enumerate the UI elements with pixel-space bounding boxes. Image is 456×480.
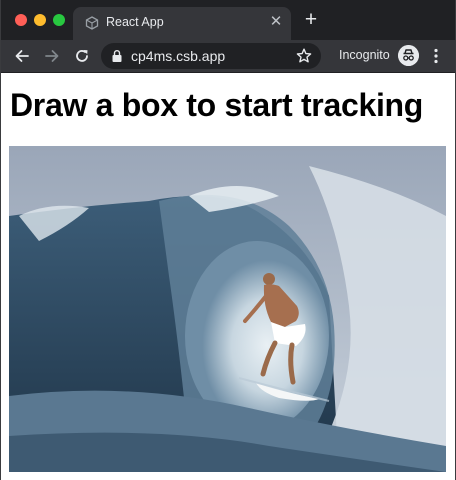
minimize-window-button[interactable]: [34, 14, 46, 26]
lock-icon[interactable]: [111, 49, 123, 63]
page-content: Draw a box to start tracking: [1, 73, 455, 480]
reload-icon[interactable]: [73, 47, 91, 65]
browser-toolbar: cp4ms.csb.app Incognito: [1, 40, 455, 73]
tab-title: React App: [106, 15, 164, 29]
more-menu-icon[interactable]: [429, 47, 443, 65]
tracking-video-canvas[interactable]: [9, 146, 446, 472]
close-tab-icon[interactable]: ✕: [269, 14, 283, 29]
page-title: Draw a box to start tracking: [10, 87, 424, 123]
close-window-button[interactable]: [15, 14, 27, 26]
address-bar[interactable]: cp4ms.csb.app: [101, 43, 321, 69]
plus-icon[interactable]: +: [302, 9, 320, 30]
codesandbox-cube-icon: [85, 16, 99, 30]
url-text[interactable]: cp4ms.csb.app: [131, 48, 225, 64]
bookmark-star-icon[interactable]: [295, 47, 313, 65]
maximize-window-button[interactable]: [53, 14, 65, 26]
surf-video-frame: [9, 146, 446, 472]
forward-arrow-icon[interactable]: [43, 47, 61, 65]
back-arrow-icon[interactable]: [13, 47, 31, 65]
incognito-label[interactable]: Incognito: [339, 48, 390, 62]
incognito-icon[interactable]: [398, 45, 419, 66]
browser-window: React App ✕ + cp4ms.csb.app Incognito Dr…: [0, 0, 456, 480]
tab-react-app[interactable]: React App ✕: [73, 7, 291, 40]
tab-strip: React App ✕ +: [1, 0, 455, 40]
